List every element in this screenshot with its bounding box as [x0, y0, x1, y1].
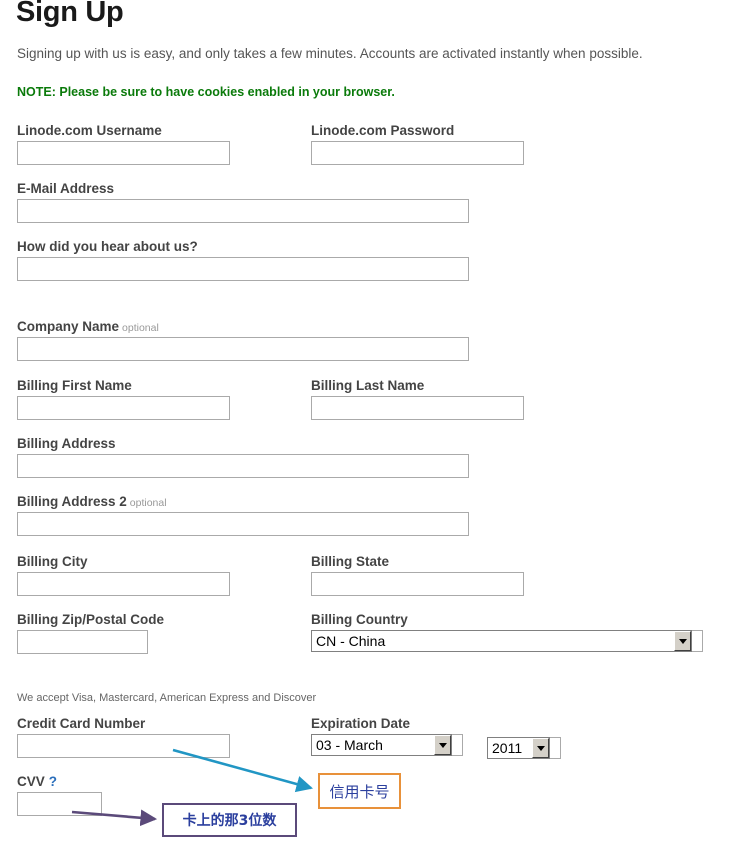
expiration-year-value: 2011 [492, 740, 523, 756]
field-email: E-Mail Address [17, 181, 469, 223]
city-input[interactable] [17, 572, 230, 596]
last-name-input[interactable] [311, 396, 524, 420]
label-password: Linode.com Password [311, 123, 455, 138]
expiration-month-select[interactable]: 03 - March [311, 734, 452, 756]
label-email: E-Mail Address [17, 181, 115, 196]
chevron-down-icon[interactable] [434, 735, 451, 755]
annotation-credit-card: 信用卡号 [318, 773, 401, 809]
field-first-name: Billing First Name [17, 378, 230, 420]
field-referral: How did you hear about us? [17, 239, 469, 281]
signup-page: Sign Up Signing up with us is easy, and … [0, 0, 734, 846]
card-number-input[interactable] [17, 734, 230, 758]
field-expiration: Expiration Date 03 - March [311, 716, 463, 756]
field-cvv: CVV? [17, 774, 102, 816]
field-state: Billing State [311, 554, 524, 596]
country-select[interactable]: CN - China [311, 630, 692, 652]
label-card-number: Credit Card Number [17, 716, 146, 731]
label-zip: Billing Zip/Postal Code [17, 612, 165, 627]
field-address1: Billing Address [17, 436, 469, 478]
label-first-name: Billing First Name [17, 378, 132, 393]
expiration-year-spacer [550, 737, 561, 759]
label-address2: Billing Address 2 optional [17, 494, 469, 509]
field-city: Billing City [17, 554, 230, 596]
state-input[interactable] [311, 572, 524, 596]
annotation-cvv: 卡上的那3位数 [162, 803, 297, 837]
label-state: Billing State [311, 554, 390, 569]
label-referral: How did you hear about us? [17, 239, 198, 254]
field-password: Linode.com Password [311, 123, 524, 165]
field-address2: Billing Address 2 optional [17, 494, 469, 536]
field-company: Company Name optional [17, 319, 469, 361]
label-company-text: Company Name [17, 319, 120, 334]
password-input[interactable] [311, 141, 524, 165]
country-select-spacer [692, 630, 703, 652]
field-zip: Billing Zip/Postal Code [17, 612, 164, 654]
first-name-input[interactable] [17, 396, 230, 420]
expiration-month-spacer [452, 734, 463, 756]
payment-methods-note: We accept Visa, Mastercard, American Exp… [17, 692, 317, 704]
label-cvv-text: CVV [17, 774, 45, 789]
field-username: Linode.com Username [17, 123, 230, 165]
expiration-year-select[interactable]: 2011 [487, 737, 550, 759]
field-card-number: Credit Card Number [17, 716, 230, 758]
label-company: Company Name optional [17, 319, 469, 334]
expiration-month-value: 03 - March [316, 737, 383, 753]
label-city: Billing City [17, 554, 88, 569]
username-input[interactable] [17, 141, 230, 165]
field-country: Billing Country CN - China [311, 612, 703, 652]
label-last-name: Billing Last Name [311, 378, 425, 393]
address1-input[interactable] [17, 454, 469, 478]
company-input[interactable] [17, 337, 469, 361]
label-address1: Billing Address [17, 436, 116, 451]
label-expiration: Expiration Date [311, 716, 411, 731]
label-address2-optional: optional [129, 497, 167, 509]
zip-input[interactable] [17, 630, 148, 654]
label-company-optional: optional [122, 322, 159, 334]
email-input[interactable] [17, 199, 469, 223]
cvv-help-icon[interactable]: ? [49, 774, 57, 789]
country-select-value: CN - China [316, 633, 386, 649]
label-cvv: CVV? [17, 774, 102, 789]
chevron-down-icon[interactable] [532, 738, 549, 758]
field-last-name: Billing Last Name [311, 378, 524, 420]
cvv-input[interactable] [17, 792, 102, 816]
field-expiration-year: 2011 [487, 737, 561, 759]
intro-text: Signing up with us is easy, and only tak… [17, 46, 643, 61]
label-username: Linode.com Username [17, 123, 162, 138]
label-address2-text: Billing Address 2 [17, 494, 127, 509]
page-title: Sign Up [16, 0, 124, 28]
label-country: Billing Country [311, 612, 408, 627]
address2-input[interactable] [17, 512, 469, 536]
cookies-note: NOTE: Please be sure to have cookies ena… [17, 85, 395, 99]
referral-input[interactable] [17, 257, 469, 281]
chevron-down-icon[interactable] [674, 631, 691, 651]
